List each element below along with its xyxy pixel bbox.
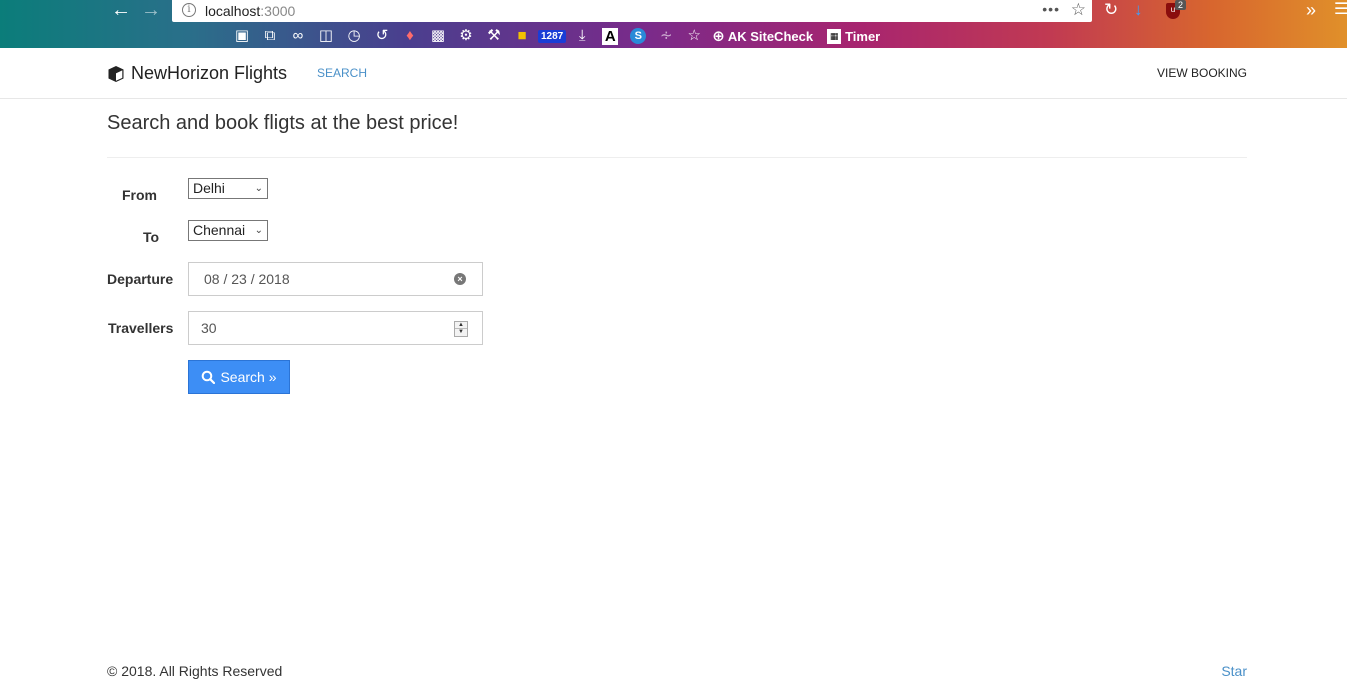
stepper-up-icon[interactable]: ▲ xyxy=(455,322,467,329)
brand-name: NewHorizon Flights xyxy=(131,63,288,83)
number-stepper[interactable]: ▲ ▼ xyxy=(454,321,468,337)
departure-label: Departure xyxy=(107,271,174,287)
bookmark-sitecheck[interactable]: ⊕ AK SiteCheck xyxy=(712,27,813,45)
search-icon xyxy=(202,370,216,384)
travellers-value: 30 xyxy=(201,320,217,336)
s-circle-icon[interactable]: S xyxy=(630,28,647,44)
footer-star-link[interactable]: Star xyxy=(1221,663,1247,679)
star-box-icon[interactable]: ☆ xyxy=(680,27,708,45)
search-button-label: Search » xyxy=(220,369,277,385)
travellers-label: Travellers xyxy=(108,320,174,336)
chevron-down-icon: ⌄ xyxy=(254,183,263,194)
nav-search-link[interactable]: SEARCH xyxy=(317,66,367,80)
bookmarks-toolbar: ▣ ⧉ ∞ ◫ ◷ ↺ ♦ ▩ ⚙ ⚒ ■ 1287 ⤓ A S ∻ ☆ ⊕ A… xyxy=(228,26,890,46)
eraser-icon[interactable]: ♦ xyxy=(396,27,424,45)
bulb-icon[interactable]: ■ xyxy=(508,27,536,45)
url-text[interactable]: localhost:3000 xyxy=(205,3,295,19)
from-select-value: Delhi xyxy=(193,180,225,196)
page-actions-icon[interactable]: ••• xyxy=(1042,1,1060,17)
departure-date-input[interactable]: 08 / 23 / 2018 × xyxy=(188,262,483,296)
chevron-down-icon: ⌄ xyxy=(254,225,263,236)
rss-icon[interactable]: ∻ xyxy=(652,27,680,45)
new-window-icon[interactable]: ⧉ xyxy=(256,27,284,45)
bookmark-timer[interactable]: ▦ Timer xyxy=(827,28,880,44)
nav-view-booking-link[interactable]: VIEW BOOKING xyxy=(1157,66,1247,80)
bookmark-star-icon[interactable]: ☆ xyxy=(1071,0,1086,20)
history-icon[interactable]: ↺ xyxy=(368,27,396,45)
travellers-input[interactable]: 30 ▲ ▼ xyxy=(188,311,483,345)
counter-badge-icon[interactable]: 1287 xyxy=(538,29,567,43)
info-icon[interactable]: i xyxy=(182,3,196,17)
back-arrow-icon[interactable]: ← xyxy=(108,0,134,22)
forward-arrow-icon[interactable]: → xyxy=(138,0,164,22)
reload-icon[interactable]: ↻ xyxy=(1104,0,1118,22)
to-select[interactable]: Chennai ⌄ xyxy=(188,220,268,241)
timer-icon: ▦ xyxy=(827,28,842,44)
folder-icon[interactable]: ◫ xyxy=(312,27,340,45)
clear-icon[interactable]: × xyxy=(454,273,466,285)
from-select[interactable]: Delhi ⌄ xyxy=(188,178,268,199)
app-navbar: NewHorizon Flights SEARCH VIEW BOOKING xyxy=(0,48,1347,99)
to-select-value: Chennai xyxy=(193,222,246,238)
overflow-chevron-icon[interactable]: » xyxy=(1306,0,1316,22)
clock-icon[interactable]: ◷ xyxy=(340,27,368,45)
stepper-down-icon[interactable]: ▼ xyxy=(455,329,467,336)
brand-link[interactable]: NewHorizon Flights xyxy=(107,63,287,84)
divider xyxy=(107,157,1247,158)
laptop-icon[interactable]: ▣ xyxy=(228,27,256,45)
globe-icon: ⊕ xyxy=(712,28,725,45)
page-title: Search and book fligts at the best price… xyxy=(107,112,459,134)
departure-date-value: 08 / 23 / 2018 xyxy=(204,271,290,287)
puzzle-icon[interactable]: ▩ xyxy=(424,27,452,45)
cube-icon xyxy=(108,65,124,82)
wrench-icon[interactable]: ⚒ xyxy=(480,27,508,45)
mask-icon[interactable]: ∞ xyxy=(284,27,312,45)
download-arrow-icon[interactable]: ⤓ xyxy=(568,27,596,45)
browser-chrome: ← → i localhost:3000 ••• ☆ ↻ ↓ u 2 » ☰ ▣… xyxy=(0,0,1347,48)
search-button[interactable]: Search » xyxy=(188,360,290,394)
footer-copyright: © 2018. All Rights Reserved xyxy=(107,663,283,679)
url-bar[interactable]: i localhost:3000 ••• ☆ xyxy=(172,0,1092,22)
download-icon[interactable]: ↓ xyxy=(1134,0,1143,22)
to-label: To xyxy=(143,229,160,245)
menu-icon[interactable]: ☰ xyxy=(1334,0,1347,22)
ublock-badge: 2 xyxy=(1175,0,1187,10)
from-label: From xyxy=(122,187,157,203)
gear-icon[interactable]: ⚙ xyxy=(452,27,480,45)
font-a-icon[interactable]: A xyxy=(602,27,619,45)
